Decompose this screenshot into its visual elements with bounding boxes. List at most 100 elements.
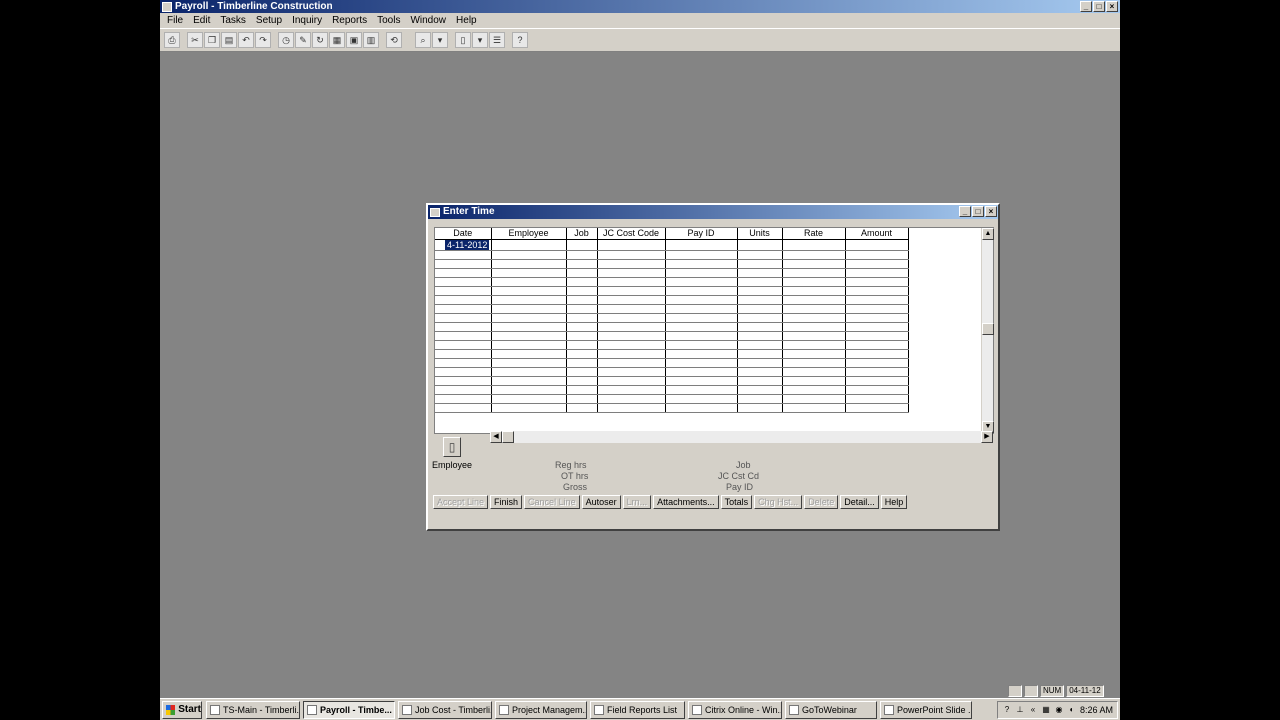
menu-reports[interactable]: Reports — [327, 13, 372, 28]
taskbar-button-project-management[interactable]: Project Managem... — [495, 700, 587, 719]
jc-cost-code-cell[interactable] — [597, 322, 666, 332]
job-cell[interactable] — [566, 313, 598, 323]
dialog-close-button[interactable]: × — [985, 206, 997, 217]
amount-cell[interactable] — [845, 313, 909, 323]
dialog-maximize-button[interactable]: □ — [972, 206, 984, 217]
amount-cell[interactable] — [845, 331, 909, 341]
context-help-icon[interactable]: ? — [512, 32, 528, 48]
close-button[interactable]: × — [1106, 1, 1118, 12]
amount-cell[interactable] — [845, 322, 909, 332]
employee-cell[interactable] — [491, 403, 567, 413]
jc-cost-code-cell[interactable] — [597, 331, 666, 341]
copy-icon[interactable]: ❐ — [204, 32, 220, 48]
taskbar-button-gotowebinar[interactable]: GoToWebinar — [785, 700, 877, 719]
employee-lookup-button[interactable]: ▯ — [443, 437, 461, 457]
redo-icon[interactable]: ↷ — [255, 32, 271, 48]
job-cell[interactable] — [566, 385, 598, 395]
amount-cell[interactable] — [845, 376, 909, 386]
amount-cell[interactable] — [845, 403, 909, 413]
rate-cell[interactable] — [782, 349, 846, 359]
amount-cell[interactable] — [845, 367, 909, 377]
jc-cost-code-cell[interactable] — [597, 313, 666, 323]
sync-icon[interactable]: ⟲ — [386, 32, 402, 48]
rate-cell[interactable] — [782, 358, 846, 368]
amount-cell[interactable] — [845, 340, 909, 350]
undo-icon[interactable]: ↶ — [238, 32, 254, 48]
units-cell[interactable] — [737, 385, 783, 395]
date-cell[interactable] — [435, 322, 492, 332]
help-button[interactable]: Help — [880, 495, 908, 509]
pay-id-cell[interactable] — [665, 394, 738, 404]
employee-cell[interactable] — [491, 259, 567, 269]
column-header-rate[interactable]: Rate — [782, 228, 846, 240]
jc-cost-code-cell[interactable] — [597, 394, 666, 404]
taskbar-button-payroll[interactable]: Payroll - Timbe... — [303, 700, 395, 719]
employee-cell[interactable] — [491, 349, 567, 359]
amount-cell[interactable] — [845, 385, 909, 395]
cut-icon[interactable]: ✂ — [187, 32, 203, 48]
job-cell[interactable] — [566, 376, 598, 386]
date-cell-value[interactable]: 4-11-2012 — [445, 239, 490, 250]
units-cell[interactable] — [737, 358, 783, 368]
date-cell[interactable] — [435, 250, 492, 260]
jc-cost-code-cell[interactable] — [597, 358, 666, 368]
menu-tasks[interactable]: Tasks — [215, 13, 251, 28]
dialog-minimize-button[interactable]: _ — [959, 206, 971, 217]
pay-id-cell[interactable] — [665, 358, 738, 368]
rate-cell[interactable] — [782, 259, 846, 269]
job-cell[interactable] — [566, 259, 598, 269]
rate-cell[interactable] — [782, 268, 846, 278]
employee-cell[interactable] — [491, 313, 567, 323]
column-header-units[interactable]: Units — [737, 228, 783, 240]
employee-cell[interactable] — [491, 358, 567, 368]
print-icon[interactable]: ⎙ — [164, 32, 180, 48]
chevron-down-icon[interactable]: ▾ — [432, 32, 448, 48]
amount-cell[interactable] — [845, 349, 909, 359]
pay-id-cell[interactable] — [665, 304, 738, 314]
chevron-down-icon[interactable]: ▾ — [472, 32, 488, 48]
scroll-left-arrow-icon[interactable]: ◀ — [490, 431, 502, 443]
taskbar-button-job-cost[interactable]: Job Cost - Timberli... — [398, 700, 492, 719]
units-cell[interactable] — [737, 349, 783, 359]
rate-cell[interactable] — [782, 340, 846, 350]
column-header-amount[interactable]: Amount — [845, 228, 909, 240]
lrn-button[interactable]: Lrn... — [622, 495, 652, 509]
amount-cell[interactable] — [845, 250, 909, 260]
list-icon[interactable]: ☰ — [489, 32, 505, 48]
jc-cost-code-cell[interactable] — [597, 250, 666, 260]
pay-id-cell[interactable] — [665, 331, 738, 341]
pay-id-cell[interactable] — [665, 239, 738, 251]
job-cell[interactable] — [566, 277, 598, 287]
date-cell[interactable] — [435, 385, 492, 395]
employee-cell[interactable] — [491, 367, 567, 377]
detail-button[interactable]: Detail... — [840, 495, 879, 509]
rate-cell[interactable] — [782, 385, 846, 395]
job-cell[interactable] — [566, 286, 598, 296]
menu-window[interactable]: Window — [405, 13, 451, 28]
units-cell[interactable] — [737, 403, 783, 413]
pin-icon[interactable]: ⊥ — [1015, 705, 1025, 715]
job-cell[interactable] — [566, 349, 598, 359]
pay-id-cell[interactable] — [665, 277, 738, 287]
job-cell[interactable] — [566, 358, 598, 368]
zoom-icon[interactable]: ⌕ — [415, 32, 431, 48]
page-icon[interactable]: ▯ — [455, 32, 471, 48]
scroll-up-arrow-icon[interactable]: ▲ — [982, 228, 994, 240]
units-cell[interactable] — [737, 367, 783, 377]
job-cell[interactable] — [566, 250, 598, 260]
amount-cell[interactable] — [845, 239, 909, 251]
jc-cost-code-cell[interactable] — [597, 340, 666, 350]
calendar-icon[interactable]: ▦ — [329, 32, 345, 48]
rate-cell[interactable] — [782, 322, 846, 332]
jc-cost-code-cell[interactable] — [597, 367, 666, 377]
units-cell[interactable] — [737, 277, 783, 287]
pay-id-cell[interactable] — [665, 367, 738, 377]
units-cell[interactable] — [737, 340, 783, 350]
date-cell[interactable] — [435, 268, 492, 278]
date-cell[interactable] — [435, 259, 492, 269]
menu-inquiry[interactable]: Inquiry — [287, 13, 327, 28]
help-icon[interactable]: ? — [1002, 705, 1012, 715]
menu-file[interactable]: File — [162, 13, 188, 28]
column-header-job[interactable]: Job — [566, 228, 598, 240]
date-cell[interactable] — [435, 394, 492, 404]
